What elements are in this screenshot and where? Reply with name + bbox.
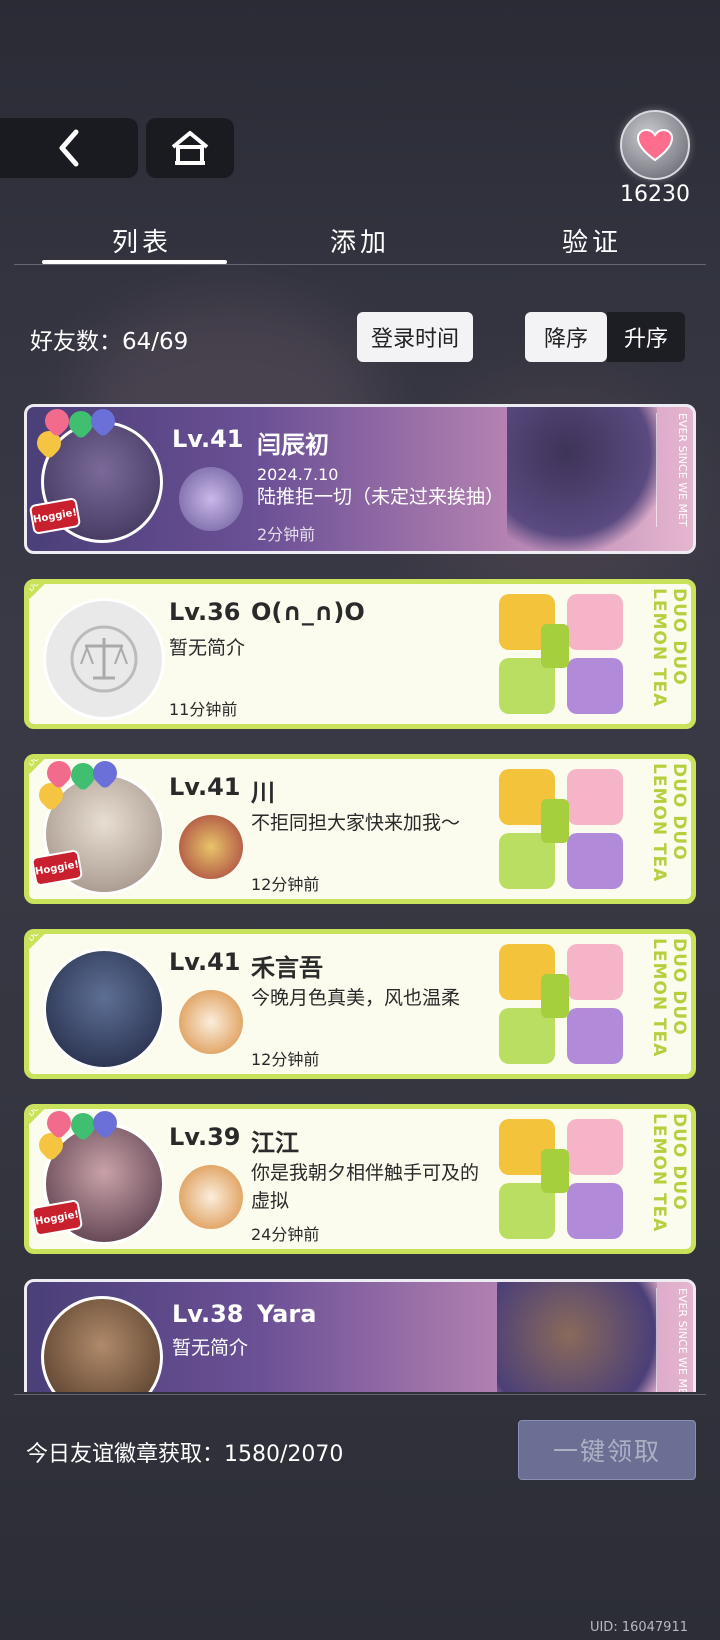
avatar	[41, 1296, 163, 1392]
friend-card[interactable]: Hoggie! Lv.41 闫辰初 2024.7.10 陆推拒一切（未定过来挨抽…	[24, 404, 696, 554]
friend-card[interactable]: DUO DUO Lv.41 禾言吾 今晚月色真美，风也温柔 12分钟前 DUO …	[24, 929, 696, 1079]
home-icon	[171, 131, 209, 165]
lemon-tea-tag: DUO DUO LEMON TEA	[649, 588, 689, 708]
friend-card[interactable]: DUO DUO Lv.36 O(∩_∩)O 暂无简介 11分钟前 DUO DUO…	[24, 579, 696, 729]
friend-bio: 你是我朝夕相伴触手可及的虚拟	[251, 1162, 480, 1212]
heart-coin-icon	[620, 110, 690, 180]
friend-bio: 暂无简介	[169, 637, 246, 659]
friend-card[interactable]: Hoggie! DUO DUO Lv.39 江江 你是我朝夕相伴触手可及的虚拟 …	[24, 1104, 696, 1254]
drink-cup-icon	[541, 974, 569, 1018]
friend-card[interactable]: Lv.38 Yara 暂无简介 EVER SINCE WE MET	[24, 1279, 696, 1392]
duo-duo-tag: DUO DUO	[29, 934, 66, 949]
chibi-pink-icon	[567, 1119, 623, 1175]
heart-currency[interactable]: 16230	[618, 110, 692, 207]
claim-all-button[interactable]: 一键领取	[518, 1420, 696, 1480]
lemon-tea-tag: DUO DUO LEMON TEA	[649, 1113, 689, 1233]
drink-cup-icon	[541, 1149, 569, 1193]
tab-active-indicator	[42, 260, 227, 264]
friend-name: 川	[251, 779, 275, 807]
friend-level: Lv.39	[169, 1123, 241, 1151]
tab-list[interactable]: 列表	[52, 222, 232, 259]
friend-name: O(∩_∩)O	[251, 598, 365, 626]
chevron-left-icon	[59, 129, 79, 167]
friend-name: 禾言吾	[251, 954, 323, 982]
tab-bar: 列表 添加 验证	[14, 222, 706, 265]
lemon-tea-tag: DUO DUO LEMON TEA	[649, 938, 689, 1058]
chibi-purple-icon	[567, 833, 623, 889]
duo-duo-tag: DUO DUO	[29, 584, 66, 599]
chibi-purple-icon	[567, 1008, 623, 1064]
friend-level: Lv.38	[172, 1300, 244, 1328]
friend-date: 2024.7.10	[257, 465, 339, 484]
chibi-purple-icon	[567, 658, 623, 714]
friend-level: Lv.41	[172, 425, 244, 453]
friend-bio: 陆推拒一切（未定过来挨抽）	[257, 486, 505, 508]
bunny-badge-icon	[179, 1165, 243, 1229]
drink-cup-icon	[541, 799, 569, 843]
chibi-pink-icon	[567, 769, 623, 825]
sort-field-button[interactable]: 登录时间	[357, 312, 473, 362]
friend-last-login: 12分钟前	[251, 875, 320, 894]
friend-name: 闫辰初	[257, 431, 329, 459]
heart-badges	[33, 759, 122, 812]
chibi-pink-icon	[567, 944, 623, 1000]
friend-level: Lv.41	[169, 948, 241, 976]
friend-last-login: 11分钟前	[169, 700, 238, 719]
friend-card[interactable]: Hoggie! DUO DUO Lv.41 川 不拒同担大家快来加我～ 12分钟…	[24, 754, 696, 904]
friend-count: 好友数：64/69	[30, 322, 188, 356]
chibi-pink-icon	[567, 594, 623, 650]
friend-list[interactable]: Hoggie! Lv.41 闫辰初 2024.7.10 陆推拒一切（未定过来挨抽…	[0, 400, 720, 1392]
scale-icon	[70, 625, 138, 693]
bunny-badge-icon	[179, 990, 243, 1054]
heart-badges	[33, 1109, 122, 1162]
ever-since-tag: EVER SINCE WE MET	[656, 1288, 689, 1392]
ever-since-tag: EVER SINCE WE MET	[656, 413, 689, 527]
friend-name: Yara	[257, 1300, 317, 1328]
bottom-divider	[14, 1394, 706, 1395]
drink-cup-icon	[541, 624, 569, 668]
equipped-badge-icon	[179, 467, 243, 531]
chibi-purple-icon	[567, 1183, 623, 1239]
sort-ascending-button[interactable]: 升序	[607, 312, 685, 362]
friend-bio: 不拒同担大家快来加我～	[251, 812, 461, 834]
friend-count-value: 64/69	[122, 329, 189, 355]
friend-bio: 今晚月色真美，风也温柔	[251, 987, 461, 1009]
badge-progress-value: 1580/2070	[224, 1442, 344, 1467]
sort-descending-button[interactable]: 降序	[525, 312, 607, 362]
avatar	[43, 948, 165, 1070]
tab-add[interactable]: 添加	[270, 222, 450, 259]
friend-name: 江江	[251, 1129, 299, 1157]
user-id: UID: 16047911	[589, 1620, 688, 1635]
friend-last-login: 24分钟前	[251, 1225, 320, 1244]
home-button[interactable]	[146, 118, 234, 178]
character-art	[507, 407, 657, 551]
badge-progress-label: 今日友谊徽章获取：	[26, 1442, 225, 1467]
back-button[interactable]	[0, 118, 138, 178]
friend-bio: 暂无简介	[172, 1337, 249, 1359]
currency-value: 16230	[620, 182, 690, 207]
friend-last-login: 12分钟前	[251, 1050, 320, 1069]
default-avatar	[43, 598, 165, 720]
friend-last-login: 2分钟前	[257, 525, 316, 544]
heart-badges	[31, 407, 120, 460]
friend-level: Lv.41	[169, 773, 241, 801]
pocket-watch-badge-icon	[179, 815, 243, 879]
tab-verify[interactable]: 验证	[502, 222, 682, 259]
friendship-badge-progress: 今日友谊徽章获取：1580/2070	[26, 1436, 343, 1468]
friend-count-label: 好友数：	[30, 329, 122, 355]
lemon-tea-tag: DUO DUO LEMON TEA	[649, 763, 689, 883]
friend-level: Lv.36	[169, 598, 241, 626]
character-art	[497, 1282, 657, 1392]
